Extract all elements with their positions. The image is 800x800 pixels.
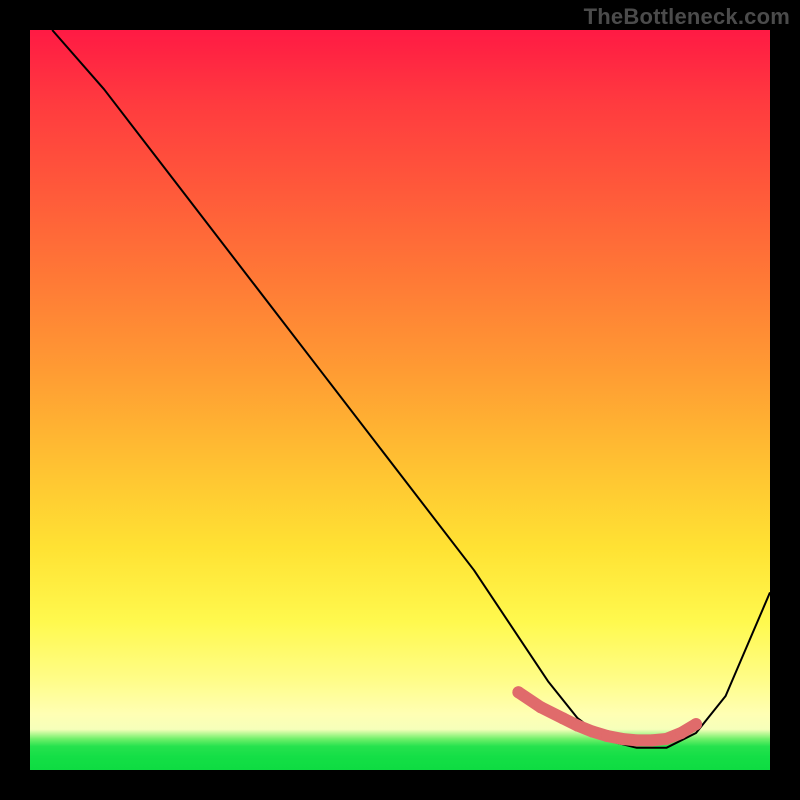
chart-canvas [30, 30, 770, 770]
highlight-dot [557, 712, 569, 724]
chart-frame: TheBottleneck.com [0, 0, 800, 800]
plot-area [30, 30, 770, 770]
highlight-dot [512, 686, 524, 698]
highlight-dot [586, 726, 598, 738]
highlight-dot [535, 701, 547, 713]
highlight-dot [660, 733, 672, 745]
highlight-dot [601, 730, 613, 742]
highlight-dot [646, 734, 658, 746]
watermark-text: TheBottleneck.com [584, 4, 790, 30]
highlight-dot [631, 734, 643, 746]
highlight-dot [572, 720, 584, 732]
highlight-dot [616, 733, 628, 745]
highlight-dot [690, 718, 702, 730]
highlight-dot [675, 727, 687, 739]
curve-line [52, 30, 770, 748]
